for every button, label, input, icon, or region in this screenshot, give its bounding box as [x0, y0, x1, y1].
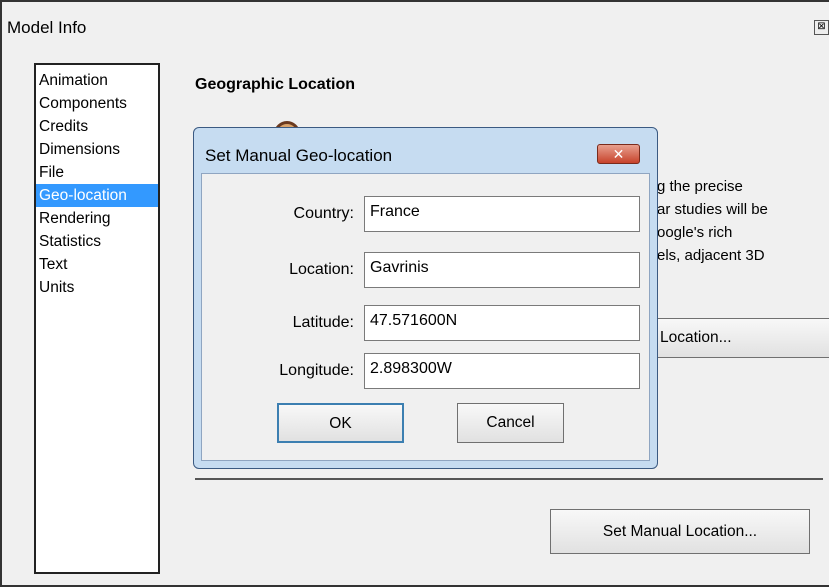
description-line: ar studies will be	[657, 201, 768, 218]
country-label: Country:	[293, 205, 354, 222]
description-line: oogle's rich	[657, 224, 733, 241]
set-manual-location-button[interactable]: Set Manual Location...	[550, 509, 810, 554]
category-list[interactable]: Animation Components Credits Dimensions …	[34, 63, 160, 574]
location-field[interactable]: Gavrinis	[364, 252, 640, 288]
location-label: Location:	[289, 261, 354, 278]
description-line: els, adjacent 3D	[657, 247, 765, 264]
latitude-label: Latitude:	[292, 314, 354, 331]
list-item-statistics[interactable]: Statistics	[36, 230, 158, 253]
longitude-label: Longitude:	[279, 362, 354, 379]
dialog-close-icon[interactable]: ✕	[597, 144, 640, 164]
list-item-animation[interactable]: Animation	[36, 69, 158, 92]
list-item-rendering[interactable]: Rendering	[36, 207, 158, 230]
ok-button[interactable]: OK	[277, 403, 404, 443]
location-description: g the precise ar studies will be oogle's…	[657, 175, 827, 267]
list-item-text[interactable]: Text	[36, 253, 158, 276]
longitude-field[interactable]: 2.898300W	[364, 353, 640, 389]
country-field[interactable]: France	[364, 196, 640, 232]
dialog-title: Set Manual Geo-location	[205, 146, 393, 165]
list-item-units[interactable]: Units	[36, 276, 158, 299]
list-item-components[interactable]: Components	[36, 92, 158, 115]
list-item-dimensions[interactable]: Dimensions	[36, 138, 158, 161]
set-geo-location-dialog: Set Manual Geo-location ✕ Country: Franc…	[193, 127, 658, 469]
cancel-button[interactable]: Cancel	[457, 403, 564, 443]
window-title: Model Info	[7, 18, 87, 37]
list-item-credits[interactable]: Credits	[36, 115, 158, 138]
latitude-field[interactable]: 47.571600N	[364, 305, 640, 341]
list-item-file[interactable]: File	[36, 161, 158, 184]
section-title: Geographic Location	[195, 76, 356, 93]
description-line: g the precise	[657, 178, 743, 195]
dialog-body: Country: France Location: Gavrinis Latit…	[201, 173, 650, 461]
close-icon[interactable]: ⊠	[814, 20, 829, 35]
divider	[195, 478, 823, 480]
list-item-geo-location[interactable]: Geo-location	[36, 184, 158, 207]
add-location-button[interactable]: Location...	[650, 318, 829, 358]
